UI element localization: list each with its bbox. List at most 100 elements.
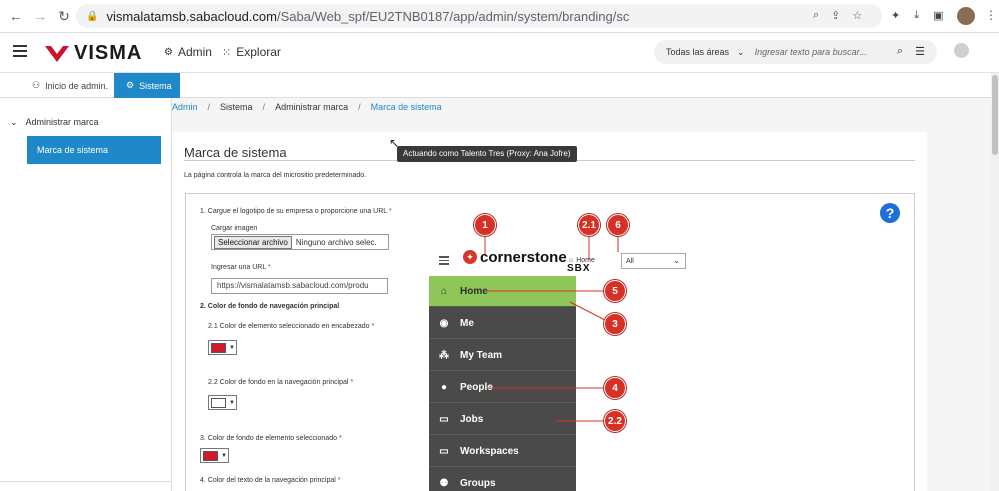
explore-nav[interactable]: ⁙ Explorar — [222, 45, 281, 59]
dropdown-arrow-icon: ▼ — [229, 344, 235, 351]
q3-label: 3. Color de fondo de elemento selecciona… — [200, 435, 342, 442]
sidebar-group-branding[interactable]: ⌄ Administrar marca — [10, 117, 99, 128]
extensions-icon[interactable]: ✦ — [891, 9, 900, 22]
gear-icon: ⚙ — [126, 80, 135, 90]
choose-file-button[interactable]: Seleccionar archivo — [214, 235, 292, 249]
callout-badge-3: 3 — [604, 313, 626, 335]
person-circle-icon: ◉ — [439, 317, 449, 329]
help-icon[interactable]: ? — [880, 203, 900, 223]
preview-nav-people: ● People — [429, 372, 576, 403]
nav-label: Me — [460, 317, 474, 329]
chevron-down-icon: ⌄ — [10, 117, 18, 127]
preview-brand-sub: SBX — [567, 263, 591, 274]
preview-nav-groups: ⚉ Groups — [429, 468, 576, 491]
hamburger-menu-icon[interactable] — [13, 45, 27, 57]
preview-nav-home: ⌂ Home — [429, 276, 576, 307]
breadcrumb-admin[interactable]: Admin — [172, 102, 198, 112]
q2-label: 2. Color de fondo de navegación principa… — [200, 303, 340, 310]
q1-label: 1. Cargue el logotipo de su empresa o pr… — [200, 208, 392, 215]
visma-v-icon — [45, 45, 69, 62]
dropdown-arrow-icon: ▼ — [229, 399, 235, 406]
person-icon: ● — [440, 381, 448, 393]
tab-system[interactable]: ⚙ Sistema — [114, 73, 180, 98]
preview-nav-team: ⁂ My Team — [429, 340, 576, 371]
tab-admin-home[interactable]: ⚇ Inicio de admin. — [20, 73, 120, 98]
groups-icon: ⚉ — [439, 477, 449, 489]
preview-nav-me: ◉ Me — [429, 308, 576, 339]
page-title: Marca de sistema — [184, 145, 287, 160]
left-sidebar: ⌄ Administrar marca Marca de sistema — [0, 98, 172, 491]
address-bar[interactable]: 🔒 vismalatamsb.sabacloud.com/Saba/Web_sp… — [76, 4, 882, 28]
browser-toolbar: ← → ↻ 🔒 vismalatamsb.sabacloud.com/Saba/… — [0, 0, 999, 33]
profile-avatar[interactable] — [957, 7, 975, 25]
reload-icon[interactable]: ↻ — [52, 4, 76, 28]
callout-badge-1: 1 — [474, 214, 496, 236]
callout-badge-2-2: 2.2 — [604, 410, 626, 432]
url-input[interactable]: https://vismalatamsb.sabacloud.com/produ — [211, 278, 388, 294]
preview-select: All ⌄ — [621, 253, 686, 269]
visma-logo[interactable]: VISMA — [44, 42, 142, 65]
preview-nav: ⌂ Home ◉ Me ⁂ My Team ● People ▭ Jobs ▭ Worksp… — [429, 276, 576, 491]
page-scrollbar[interactable] — [991, 73, 999, 491]
global-search[interactable]: Todas las áreas ⌄ Ingresar texto para bu… — [654, 40, 937, 64]
tab-admin-home-label: Inicio de admin. — [45, 80, 109, 91]
zoom-icon[interactable]: ⌕ — [813, 9, 819, 22]
nav-label: My Team — [460, 349, 503, 361]
chevron-down-icon[interactable]: ⌄ — [737, 47, 745, 58]
side-panel-icon[interactable]: ▣ — [933, 9, 943, 22]
org-chart-icon: ⁂ — [439, 349, 449, 361]
tab-system-label: Sistema — [139, 80, 172, 91]
grid-icon: ⁙ — [222, 46, 232, 59]
url-label: Ingresar una URL * — [211, 264, 271, 271]
q3-color-picker[interactable]: ▼ — [200, 448, 229, 463]
chevron-down-icon: ⌄ — [673, 256, 680, 265]
url-text: vismalatamsb.sabacloud.com/Saba/Web_spf/… — [106, 8, 630, 24]
color-swatch — [211, 397, 226, 408]
admin-label: Admin — [177, 45, 212, 59]
home-icon: ⌂ — [569, 257, 574, 264]
forward-icon[interactable]: → — [28, 4, 52, 28]
search-input[interactable]: Ingresar texto para buscar... — [755, 47, 867, 57]
q2-1-color-picker[interactable]: ▼ — [208, 340, 237, 355]
file-status: Ninguno archivo selec. — [295, 237, 377, 247]
home-icon: ⌂ — [440, 285, 448, 297]
breadcrumb-separator: / — [207, 102, 211, 112]
user-avatar[interactable] — [954, 43, 969, 58]
admin-nav[interactable]: ⚙ Admin — [164, 45, 212, 59]
bookmark-star-icon[interactable]: ☆ — [852, 9, 862, 22]
callout-badge-6: 6 — [607, 214, 629, 236]
workspace-icon: ▭ — [439, 445, 449, 457]
preview-logo: ✦ cornerstone SBX — [463, 248, 590, 274]
file-picker[interactable]: Seleccionar archivo Ninguno archivo sele… — [211, 234, 389, 250]
admin-tabs: ⚇ Inicio de admin. ⚙ Sistema — [0, 73, 999, 98]
back-icon[interactable]: ← — [4, 4, 28, 28]
sidebar-item-system-brand[interactable]: Marca de sistema — [27, 136, 161, 164]
branding-preview-image: ✦ cornerstone SBX ⌂ Home All ⌄ ⌂ Home ◉ Me… — [429, 241, 691, 491]
download-icon[interactable]: ⤓ — [914, 9, 919, 22]
lock-icon: 🔒 — [86, 10, 99, 22]
q2-1-label: 2.1 Color de elemento seleccionado en en… — [208, 323, 375, 330]
breadcrumb-manage-brand[interactable]: Administrar marca — [275, 102, 348, 112]
preview-header: ✦ cornerstone SBX ⌂ Home All ⌄ — [429, 241, 691, 276]
search-scope[interactable]: Todas las áreas — [666, 47, 729, 57]
breadcrumb-separator: / — [358, 102, 361, 112]
breadcrumb-system[interactable]: Sistema — [220, 102, 253, 112]
cornerstone-icon: ✦ — [463, 250, 477, 264]
preview-home-link: ⌂ Home — [569, 257, 595, 264]
q2-2-color-picker[interactable]: ▼ — [208, 395, 237, 410]
preview-nav-workspaces: ▭ Workspaces — [429, 436, 576, 467]
breadcrumb: Admin / Sistema / Administrar marca / Ma… — [172, 102, 442, 112]
breadcrumb-separator: / — [262, 102, 266, 112]
color-swatch — [211, 342, 226, 353]
proxy-tooltip: Actuando como Talento Tres (Proxy: Ana J… — [397, 146, 577, 162]
explore-label: Explorar — [236, 45, 281, 59]
share-icon[interactable]: ⇪ — [831, 9, 840, 22]
filter-icon[interactable]: ☰ — [915, 45, 925, 58]
preview-brand: cornerstone — [480, 248, 567, 266]
callout-badge-2-1: 2.1 — [578, 214, 600, 236]
nav-label: People — [460, 381, 493, 393]
search-icon[interactable]: ⌕ — [897, 45, 903, 58]
dropdown-arrow-icon: ▼ — [221, 452, 227, 459]
sidebar-item-label: Marca de sistema — [37, 145, 109, 155]
menu-kebab-icon[interactable]: ⋮ — [985, 8, 997, 22]
